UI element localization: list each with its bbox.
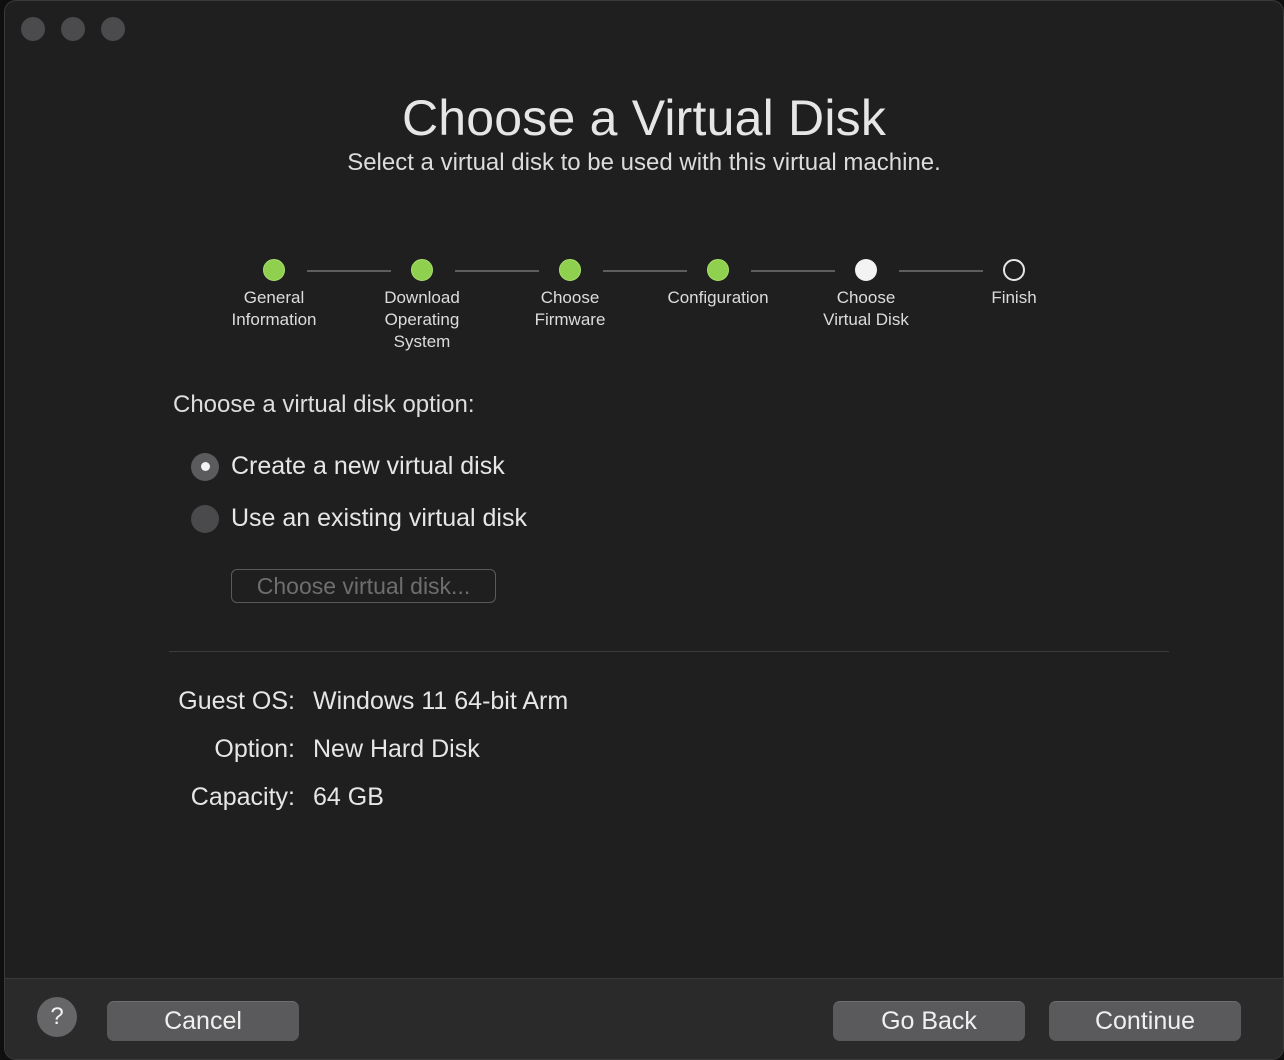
page-title: Choose a Virtual Disk	[401, 90, 887, 146]
section-divider	[169, 651, 1169, 652]
disk-option-heading: Choose a virtual disk option:	[173, 391, 475, 418]
progress-stepper: General Information Download Operating S…	[5, 259, 1283, 359]
choose-virtual-disk-button[interactable]: Choose virtual disk...	[231, 569, 496, 603]
step-label: Configuration	[667, 288, 769, 307]
summary-guest-os: Guest OS: Windows 11 64-bit Arm	[165, 687, 568, 716]
step-done-indicator	[559, 259, 581, 281]
minimize-window-button[interactable]	[61, 17, 85, 41]
page-subtitle: Select a virtual disk to be used with th…	[347, 149, 941, 176]
step-general-information: General Information	[194, 259, 354, 331]
summary-capacity: Capacity: 64 GB	[165, 783, 384, 812]
radio-button-unselected[interactable]	[191, 504, 219, 533]
continue-button[interactable]: Continue	[1049, 1001, 1241, 1041]
step-label: General Information	[231, 288, 317, 329]
zoom-window-button[interactable]	[101, 17, 125, 41]
step-label: Finish	[991, 288, 1037, 307]
step-label: Download Operating System	[384, 288, 460, 351]
summary-key: Capacity:	[190, 783, 295, 811]
step-choose-virtual-disk: Choose Virtual Disk	[786, 259, 946, 331]
radio-label: Create a new virtual disk	[231, 452, 505, 480]
step-pending-indicator	[1003, 259, 1025, 281]
radio-create-new-disk[interactable]: Create a new virtual disk	[191, 452, 505, 481]
summary-key: Guest OS:	[178, 687, 295, 715]
assistant-window: Choose a Virtual Disk Select a virtual d…	[4, 0, 1284, 1060]
step-label: Choose Firmware	[534, 288, 606, 329]
step-current-indicator	[855, 259, 877, 281]
step-done-indicator	[707, 259, 729, 281]
step-configuration: Configuration	[638, 259, 798, 309]
step-label: Choose Virtual Disk	[823, 288, 909, 329]
radio-use-existing-disk[interactable]: Use an existing virtual disk	[191, 504, 527, 533]
footer-bar: ? Cancel Go Back Continue	[5, 978, 1283, 1059]
help-icon[interactable]: ?	[37, 997, 77, 1037]
summary-key: Option:	[214, 735, 295, 763]
step-download-operating-system: Download Operating System	[342, 259, 502, 353]
window-controls	[21, 17, 125, 41]
step-done-indicator	[411, 259, 433, 281]
step-done-indicator	[263, 259, 285, 281]
summary-value: New Hard Disk	[313, 735, 480, 763]
step-choose-firmware: Choose Firmware	[490, 259, 650, 331]
step-finish: Finish	[934, 259, 1094, 309]
summary-value: 64 GB	[313, 783, 384, 811]
summary-option: Option: New Hard Disk	[165, 735, 480, 764]
radio-label: Use an existing virtual disk	[231, 504, 527, 532]
cancel-button[interactable]: Cancel	[107, 1001, 299, 1041]
summary-value: Windows 11 64-bit Arm	[313, 687, 569, 715]
radio-button-selected[interactable]	[191, 452, 219, 481]
go-back-button[interactable]: Go Back	[833, 1001, 1025, 1041]
close-window-button[interactable]	[21, 17, 45, 41]
